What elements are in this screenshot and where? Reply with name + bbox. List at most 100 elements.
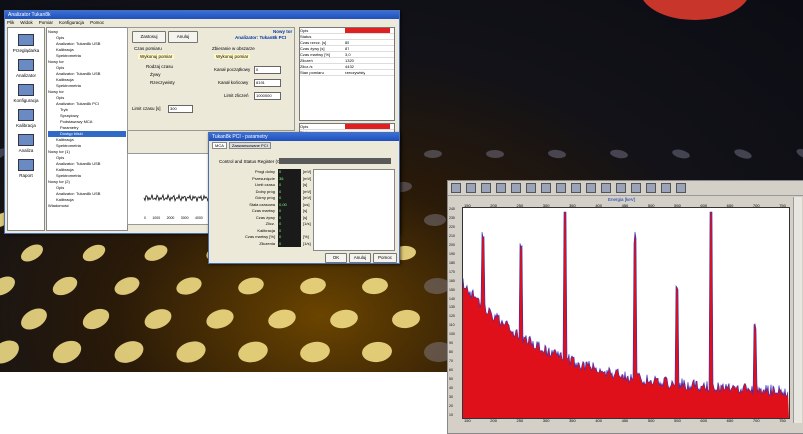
dialog-tab-1[interactable]: Zaawansowane PCI	[229, 142, 271, 149]
axis-tick: 2000	[167, 216, 175, 220]
param-unit: [1/s]	[301, 241, 311, 248]
radio-real[interactable]: Rzeczywisty	[150, 80, 175, 85]
left-tick: 210	[449, 234, 461, 238]
start-channel-input[interactable]: 0	[254, 66, 281, 74]
register-list[interactable]	[313, 169, 395, 251]
cancel-button[interactable]: Anuluj	[168, 31, 198, 43]
dialog-ok-button[interactable]: OK	[325, 253, 347, 263]
time-limit-input[interactable]: 300	[168, 105, 193, 113]
toolbar-icon[interactable]	[541, 183, 551, 193]
toolbar-icon[interactable]	[646, 183, 656, 193]
toolbar-icon[interactable]	[481, 183, 491, 193]
count-limit-input[interactable]: 1000000	[254, 92, 281, 100]
axis-tick: 3000	[181, 216, 189, 220]
radio-live[interactable]: Żywy	[150, 72, 161, 77]
help-label: Pomoc	[378, 255, 392, 260]
sidebar-label: Przeglądarka	[8, 48, 44, 53]
sidebar-label: Analizator	[8, 73, 44, 78]
toolbar-icon[interactable]	[586, 183, 596, 193]
left-tick: 110	[449, 323, 461, 327]
decorative-blob	[640, 0, 750, 20]
row-value: 4432	[345, 64, 354, 69]
light-streak	[609, 148, 628, 159]
toolbar-icon[interactable]	[676, 183, 686, 193]
device-header-small: Nowy tor	[273, 29, 292, 34]
row-key: Czas rzecz. [s]	[300, 40, 345, 45]
apply-button[interactable]: Zastosuj	[132, 31, 166, 43]
dialog-tabs: MCA Zaawansowane PCI	[209, 141, 399, 150]
sidebar-item-4[interactable]: Analiza	[8, 134, 44, 153]
toolbar-icon[interactable]	[466, 183, 476, 193]
light-streak	[0, 273, 18, 300]
light-streak	[733, 147, 753, 160]
count-limit-label: Limit zliczeń	[224, 93, 249, 98]
dialog-help-button[interactable]: Pomoc	[373, 253, 397, 263]
sidebar-label: Kalibracja	[8, 123, 44, 128]
dialog-tab-0[interactable]: MCA	[212, 142, 227, 149]
toolbar-icon[interactable]	[661, 183, 671, 193]
end-channel-input[interactable]: 8191	[254, 79, 281, 87]
light-streak	[486, 150, 504, 159]
toolbar-icon[interactable]	[451, 183, 461, 193]
device-tree[interactable]: Nowy Opis Analizator: Tukan8k USB Kalibracj…	[46, 27, 128, 231]
sidebar-icon	[18, 109, 34, 121]
left-tick: 80	[449, 350, 461, 354]
row-key: Zliczeń	[300, 58, 345, 63]
time-limit-label: Limit czasu [s]	[132, 106, 161, 111]
toolbar-icon[interactable]	[511, 183, 521, 193]
sidebar-label: Konfiguracja	[8, 98, 44, 103]
left-tick: 70	[449, 359, 461, 363]
param-value[interactable]: 0	[278, 241, 301, 248]
time-group-title: Czas pomiaru	[134, 46, 162, 51]
sidebar-item-0[interactable]: Przeglądarka	[8, 34, 44, 53]
dialog-title: Tukan8k PCI - parametry	[209, 133, 399, 141]
toolbar-icon[interactable]	[631, 183, 641, 193]
menu-item-4[interactable]: Pomoc	[90, 19, 104, 26]
row-value	[345, 28, 390, 33]
left-tick: 220	[449, 225, 461, 229]
measure-checkbox[interactable]: Wykonuj pomiar	[138, 54, 174, 59]
sidebar-label: Raport	[8, 173, 44, 178]
vertical-scrollbar[interactable]	[793, 197, 802, 423]
light-streak	[236, 339, 270, 366]
sidebar-item-3[interactable]: Kalibracja	[8, 109, 44, 128]
light-streak	[18, 241, 46, 265]
left-tick: 90	[449, 341, 461, 345]
toolbar-icon[interactable]	[556, 183, 566, 193]
light-streak	[80, 241, 108, 264]
menu-item-1[interactable]: Widok	[20, 19, 33, 26]
light-streak	[142, 305, 175, 332]
window-checkbox[interactable]: Wykonuj pomiar	[214, 54, 250, 59]
left-tick: 20	[449, 404, 461, 408]
spectrum-plot[interactable]	[462, 207, 790, 419]
toolbar-icon[interactable]	[526, 183, 536, 193]
row-key: Czas martwy [%]	[300, 52, 345, 57]
toolbar-icon[interactable]	[601, 183, 611, 193]
menu-item-2[interactable]: Pomiar	[39, 19, 53, 26]
sidebar-item-1[interactable]: Analizator	[8, 59, 44, 78]
light-streak	[111, 337, 146, 367]
dialog-cancel-button[interactable]: Anuluj	[349, 253, 371, 263]
sidebar-item-2[interactable]: Konfiguracja	[8, 84, 44, 103]
menu-bar: Plik Widok Pomiar Konfiguracja Pomoc	[5, 19, 399, 26]
menu-item-0[interactable]: Plik	[7, 19, 14, 26]
toolbar-icon[interactable]	[616, 183, 626, 193]
light-streak	[361, 340, 393, 363]
start-channel-label: Kanał początkowy	[214, 67, 250, 72]
left-tick: 100	[449, 332, 461, 336]
end-channel-label: Kanał końcowy	[218, 80, 248, 85]
light-streak	[174, 338, 209, 366]
axis-tick: 1000	[152, 216, 160, 220]
menu-item-3[interactable]: Konfiguracja	[59, 19, 84, 26]
toolbar-icon[interactable]	[571, 183, 581, 193]
bottom-axis: 150 200 250 300 350 400 450 500 550 600 650 700 750	[464, 418, 786, 423]
sidebar-icon	[18, 84, 34, 96]
light-streak	[298, 340, 331, 365]
sidebar-icon	[18, 59, 34, 71]
tree-item[interactable]: Wiadomość	[48, 203, 126, 209]
axis-tick: 4000	[195, 216, 203, 220]
table-row: Stan pomiarurzeczywisty	[300, 70, 394, 76]
sidebar-item-5[interactable]: Raport	[8, 159, 44, 178]
toolbar-icon[interactable]	[496, 183, 506, 193]
light-streak	[204, 306, 236, 332]
